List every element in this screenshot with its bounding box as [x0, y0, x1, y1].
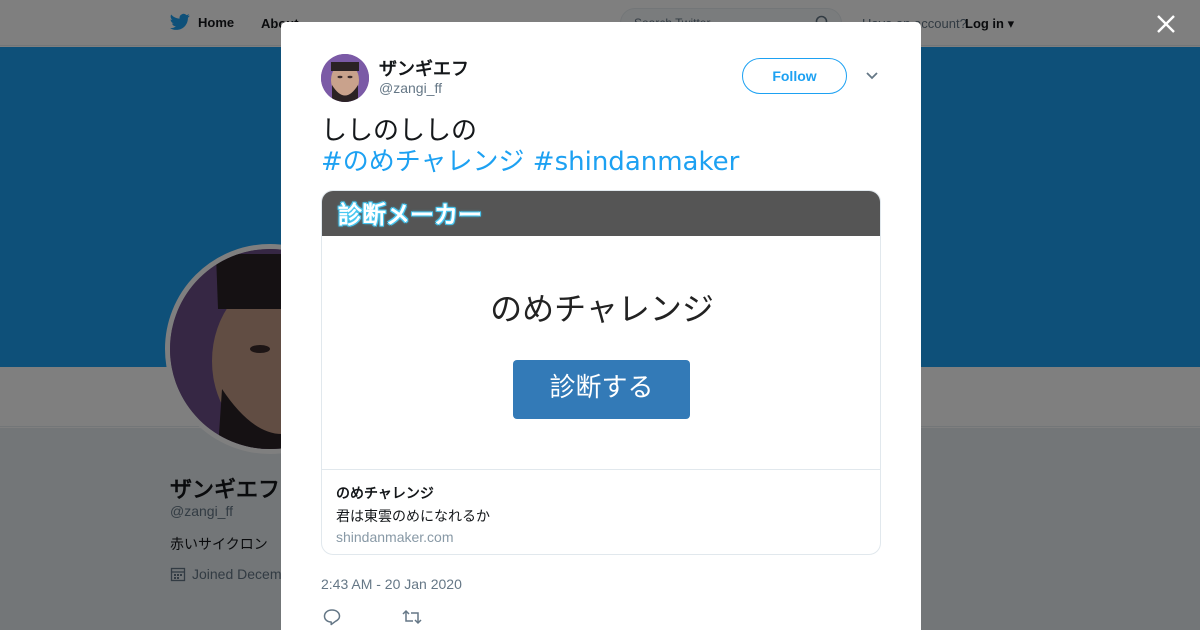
retweet-icon[interactable]: [402, 608, 422, 626]
tweet-text-line: ししのししの: [321, 116, 478, 146]
shindanmaker-logo: 診断メーカー: [338, 201, 482, 229]
card-image-title: のめチャレンジ: [490, 290, 714, 328]
card-description: 君は東雲のめになれるか: [336, 509, 490, 525]
tweet-timestamp[interactable]: 2:43 AM - 20 Jan 2020: [321, 576, 462, 592]
close-icon[interactable]: [1154, 12, 1178, 36]
link-card[interactable]: 診断メーカー のめチャレンジ 診断する のめチャレンジ 君は東雲のめになれるか …: [321, 190, 881, 555]
follow-button[interactable]: Follow: [742, 58, 847, 94]
tweet-modal: ザンギエフ @zangi_ff Follow ししのししの #のめチャレンジ #…: [281, 22, 921, 630]
card-title: のめチャレンジ: [336, 486, 434, 502]
card-domain: shindanmaker.com: [336, 529, 454, 545]
hashtag-link[interactable]: #のめチャレンジ: [321, 147, 525, 177]
tweet-text: ししのししの #のめチャレンジ #shindanmaker: [321, 116, 881, 178]
hashtag-link[interactable]: #shindanmaker: [533, 147, 740, 177]
chevron-down-icon[interactable]: [865, 70, 879, 82]
author-handle[interactable]: @zangi_ff: [379, 80, 442, 96]
author-avatar[interactable]: [321, 54, 369, 102]
card-image: のめチャレンジ 診断する: [322, 236, 880, 470]
card-header: 診断メーカー: [322, 191, 880, 236]
card-image-button: 診断する: [513, 360, 690, 419]
reply-icon[interactable]: [323, 608, 341, 626]
author-name[interactable]: ザンギエフ: [379, 55, 469, 81]
author-avatar-image: [321, 54, 369, 102]
